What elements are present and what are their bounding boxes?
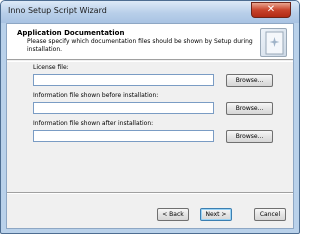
- info-before-browse-button[interactable]: Browse...: [226, 102, 273, 115]
- info-after-browse-button[interactable]: Browse...: [226, 130, 273, 143]
- wizard-page-icon: [260, 28, 287, 57]
- header-separator: [7, 61, 293, 62]
- wizard-window: Inno Setup Script Wizard ✕ Application D…: [0, 0, 300, 234]
- footer-bevel: [7, 192, 293, 194]
- window-title: Inno Setup Script Wizard: [8, 6, 107, 15]
- info-after-input[interactable]: [33, 130, 214, 142]
- license-browse-button[interactable]: Browse...: [226, 74, 273, 87]
- title-bar[interactable]: Inno Setup Script Wizard ✕: [1, 1, 299, 23]
- close-icon: ✕: [266, 4, 276, 15]
- next-button[interactable]: Next >: [200, 208, 232, 221]
- cancel-button[interactable]: Cancel: [254, 208, 286, 221]
- page-description: Please specify which documentation files…: [27, 38, 253, 53]
- info-before-input[interactable]: [33, 102, 214, 114]
- info-before-label: Information file shown before installati…: [33, 92, 159, 99]
- wizard-header: Application Documentation Please specify…: [7, 24, 293, 60]
- page-title: Application Documentation: [17, 29, 125, 37]
- close-button[interactable]: ✕: [251, 2, 291, 18]
- back-button[interactable]: < Back: [157, 208, 189, 221]
- license-file-input[interactable]: [33, 74, 214, 86]
- license-file-label: License file:: [33, 64, 69, 71]
- info-after-label: Information file shown after installatio…: [33, 120, 154, 127]
- wizard-client-area: Application Documentation Please specify…: [6, 23, 294, 229]
- wizard-star-icon: [265, 31, 284, 55]
